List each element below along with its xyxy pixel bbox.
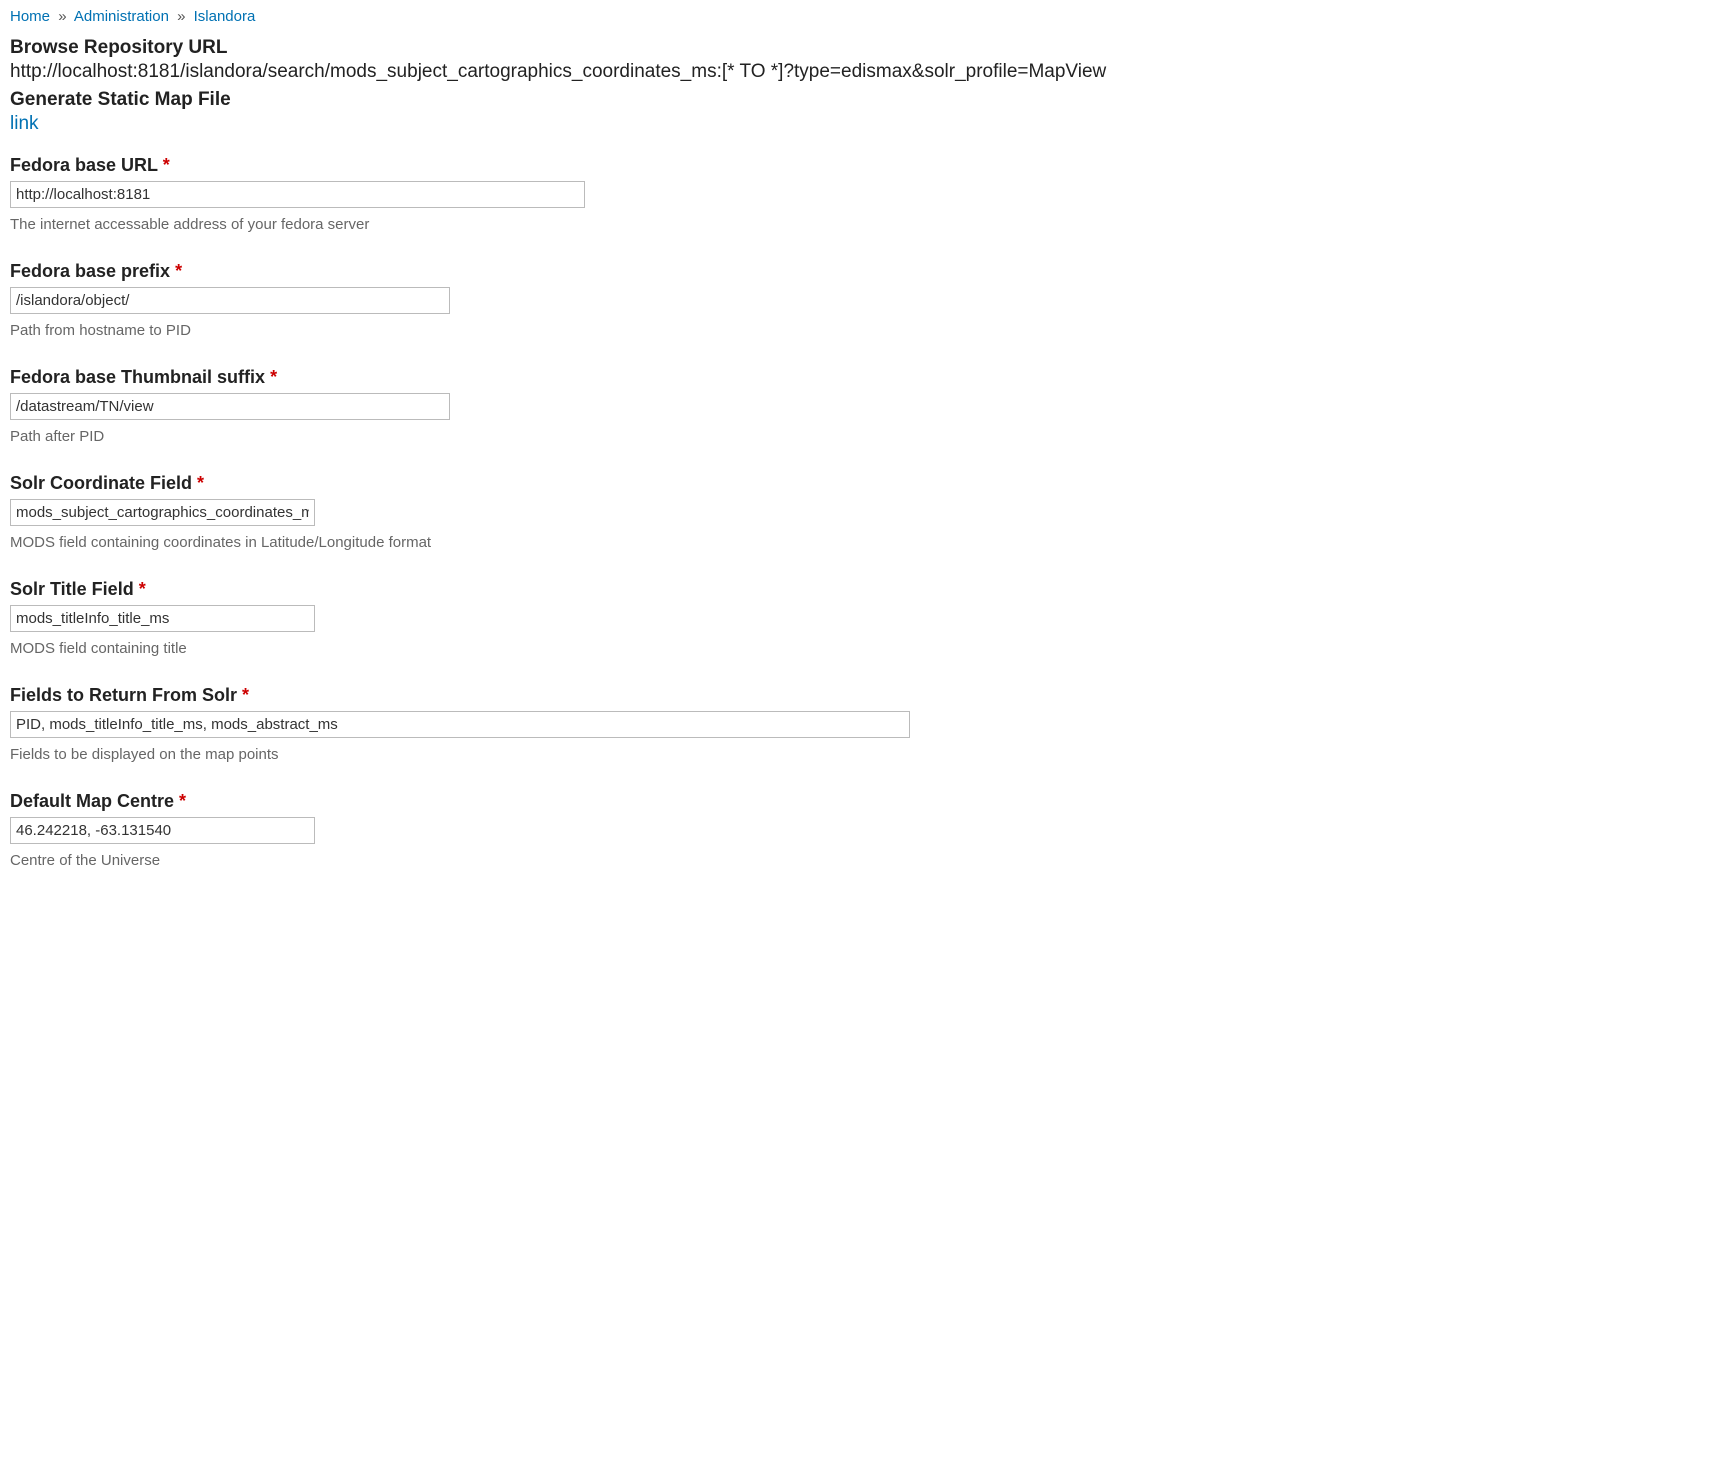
fedora-tn-suffix-input[interactable]	[10, 393, 450, 420]
form-item-fedora-base-url: Fedora base URL * The internet accessabl…	[10, 155, 1712, 233]
browse-repository-url-value: http://localhost:8181/islandora/search/m…	[10, 61, 1712, 83]
browse-repository-url-heading: Browse Repository URL	[10, 37, 1712, 59]
fedora-base-url-label: Fedora base URL *	[10, 155, 1712, 176]
label-text: Fedora base URL	[10, 155, 158, 175]
breadcrumb-separator: »	[177, 8, 185, 25]
map-centre-input[interactable]	[10, 817, 315, 844]
required-mark: *	[179, 791, 186, 811]
required-mark: *	[270, 367, 277, 387]
fedora-tn-suffix-description: Path after PID	[10, 428, 1712, 445]
solr-coord-description: MODS field containing coordinates in Lat…	[10, 534, 1712, 551]
fedora-base-prefix-description: Path from hostname to PID	[10, 322, 1712, 339]
label-text: Fedora base Thumbnail suffix	[10, 367, 265, 387]
fedora-base-prefix-input[interactable]	[10, 287, 450, 314]
required-mark: *	[242, 685, 249, 705]
form-item-solr-return: Fields to Return From Solr * Fields to b…	[10, 685, 1712, 763]
label-text: Fedora base prefix	[10, 261, 170, 281]
label-text: Fields to Return From Solr	[10, 685, 237, 705]
breadcrumb-separator: »	[58, 8, 66, 25]
solr-title-input[interactable]	[10, 605, 315, 632]
breadcrumb: Home » Administration » Islandora	[10, 8, 1712, 25]
form-item-map-centre: Default Map Centre * Centre of the Unive…	[10, 791, 1712, 869]
solr-title-description: MODS field containing title	[10, 640, 1712, 657]
solr-coord-input[interactable]	[10, 499, 315, 526]
required-mark: *	[175, 261, 182, 281]
fedora-tn-suffix-label: Fedora base Thumbnail suffix *	[10, 367, 1712, 388]
form-item-fedora-base-prefix: Fedora base prefix * Path from hostname …	[10, 261, 1712, 339]
solr-return-label: Fields to Return From Solr *	[10, 685, 1712, 706]
fedora-base-url-input[interactable]	[10, 181, 585, 208]
form-item-fedora-tn-suffix: Fedora base Thumbnail suffix * Path afte…	[10, 367, 1712, 445]
generate-link[interactable]: link	[10, 113, 39, 134]
fedora-base-prefix-label: Fedora base prefix *	[10, 261, 1712, 282]
map-centre-description: Centre of the Universe	[10, 852, 1712, 869]
label-text: Solr Title Field	[10, 579, 134, 599]
breadcrumb-administration[interactable]: Administration	[74, 8, 169, 25]
required-mark: *	[197, 473, 204, 493]
form-item-solr-title: Solr Title Field * MODS field containing…	[10, 579, 1712, 657]
required-mark: *	[139, 579, 146, 599]
breadcrumb-home[interactable]: Home	[10, 8, 50, 25]
label-text: Solr Coordinate Field	[10, 473, 192, 493]
map-centre-label: Default Map Centre *	[10, 791, 1712, 812]
solr-return-input[interactable]	[10, 711, 910, 738]
solr-coord-label: Solr Coordinate Field *	[10, 473, 1712, 494]
breadcrumb-islandora[interactable]: Islandora	[194, 8, 256, 25]
generate-static-map-heading: Generate Static Map File	[10, 89, 1712, 111]
solr-return-description: Fields to be displayed on the map points	[10, 746, 1712, 763]
fedora-base-url-description: The internet accessable address of your …	[10, 216, 1712, 233]
label-text: Default Map Centre	[10, 791, 174, 811]
solr-title-label: Solr Title Field *	[10, 579, 1712, 600]
required-mark: *	[163, 155, 170, 175]
form-item-solr-coord: Solr Coordinate Field * MODS field conta…	[10, 473, 1712, 551]
